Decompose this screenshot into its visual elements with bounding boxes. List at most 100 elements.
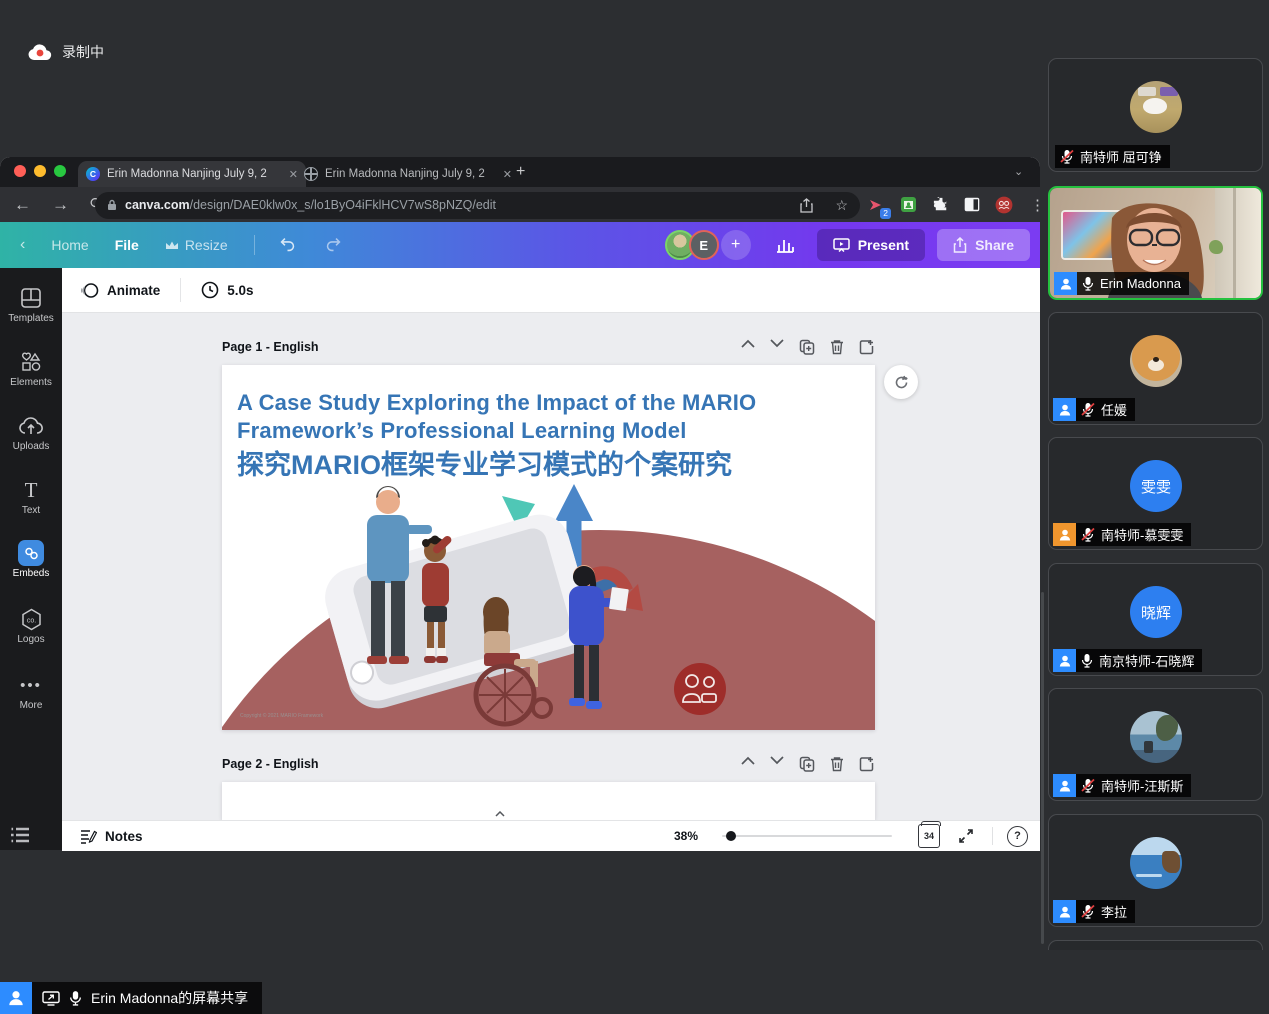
text-icon: T (0, 478, 62, 502)
redo-icon[interactable] (325, 236, 345, 254)
participant-name: 南特师 屈可铮 (1080, 147, 1162, 166)
zoom-slider[interactable] (722, 835, 892, 837)
sidebar-item-elements[interactable]: Elements (0, 350, 62, 388)
add-page-icon[interactable] (859, 756, 875, 772)
screen-share-label: Erin Madonna的屏幕共享 (91, 988, 248, 1008)
participant-tile[interactable]: 晓辉 南京特师-石晓辉 (1048, 563, 1263, 676)
duplicate-page-icon[interactable] (799, 756, 815, 772)
present-button[interactable]: Present (817, 229, 925, 261)
close-tab-icon[interactable]: ✕ (503, 168, 512, 181)
page-toolbar: Animate 5.0s (62, 268, 1040, 313)
extension-classroom-icon[interactable] (898, 195, 918, 215)
share-page-icon[interactable] (800, 198, 813, 213)
tab-title: Erin Madonna Nanjing July 9, 2 (325, 168, 485, 180)
extensions-puzzle-icon[interactable] (930, 195, 950, 215)
grid-view-button[interactable]: 34 (918, 824, 940, 848)
sidebar-item-text[interactable]: T Text (0, 478, 62, 516)
sidepanel-icon[interactable] (962, 195, 982, 215)
zoom-slider-knob[interactable] (726, 831, 736, 841)
delete-page-icon[interactable] (830, 756, 844, 772)
close-window-button[interactable] (14, 165, 26, 177)
participant-avatar (1130, 335, 1182, 387)
menu-file[interactable]: File (115, 237, 139, 253)
zoom-window-button[interactable] (54, 165, 66, 177)
browser-menu-icon[interactable]: ⋮ (1030, 196, 1045, 214)
page2-label[interactable]: Page 2 - English (222, 757, 319, 771)
delete-page-icon[interactable] (830, 339, 844, 355)
meeting-extension-icon[interactable] (994, 195, 1014, 215)
upload-cloud-icon (0, 414, 62, 438)
move-page-up-icon[interactable] (741, 756, 755, 765)
help-button[interactable]: ? (1007, 826, 1028, 847)
undo-icon[interactable] (279, 236, 299, 254)
move-page-up-icon[interactable] (741, 339, 755, 348)
sidebar-item-templates[interactable]: Templates (0, 286, 62, 324)
address-bar[interactable]: canva.com /design/DAE0klw0x_s/lo1ByO4iFk… (95, 192, 860, 219)
sidebar-item-more[interactable]: ••• More (0, 673, 62, 711)
bookmark-star-icon[interactable]: ☆ (835, 197, 848, 214)
participant-tile[interactable]: 任媛 (1048, 312, 1263, 425)
refresh-embed-button[interactable] (884, 365, 918, 399)
participants-scrollbar[interactable] (1041, 592, 1044, 944)
sidebar-item-logos[interactable]: co. Logos (0, 607, 62, 645)
participant-tile-partial[interactable] (1048, 940, 1263, 950)
move-page-down-icon[interactable] (770, 756, 784, 765)
participant-tile[interactable]: 李拉 (1048, 814, 1263, 927)
minimize-window-button[interactable] (34, 165, 46, 177)
pages-list-icon[interactable] (10, 826, 32, 849)
participant-namebar: 南特师-慕雯雯 (1076, 523, 1191, 546)
participant-tile-active-speaker[interactable]: Erin Madonna (1048, 186, 1263, 300)
duplicate-page-icon[interactable] (799, 339, 815, 355)
tab-search-chevron-icon[interactable]: ⌄ (1014, 165, 1023, 178)
duration-button[interactable]: 5.0s (201, 281, 253, 299)
add-page-icon[interactable] (859, 339, 875, 355)
person-badge-icon (1058, 905, 1072, 919)
mic-muted-icon (1081, 778, 1095, 793)
zoom-level[interactable]: 38% (674, 829, 698, 843)
move-page-down-icon[interactable] (770, 339, 784, 348)
browser-tab-active[interactable]: C Erin Madonna Nanjing July 9, 2 ✕ (78, 161, 306, 187)
animate-icon (80, 282, 99, 299)
add-collaborator-button[interactable]: + (721, 230, 751, 260)
mic-muted-icon (1081, 527, 1095, 542)
sidebar-item-uploads[interactable]: Uploads (0, 414, 62, 452)
slide-title[interactable]: A Case Study Exploring the Impact of the… (237, 389, 756, 482)
globe-favicon (304, 167, 318, 181)
collapse-panel-tab[interactable] (477, 807, 523, 820)
slide-page1[interactable]: A Case Study Exploring the Impact of the… (222, 365, 875, 730)
canva-favicon: C (86, 167, 100, 181)
page1-label[interactable]: Page 1 - English (222, 340, 319, 354)
person-badge-icon (1058, 779, 1072, 793)
extension-pointer-icon[interactable]: 2 (866, 195, 886, 215)
browser-tab-inactive[interactable]: Erin Madonna Nanjing July 9, 2 ✕ (296, 161, 520, 187)
screen-share-indicator[interactable]: Erin Madonna的屏幕共享 (0, 982, 262, 1014)
back-icon[interactable]: ← (14, 195, 31, 215)
mic-icon (1082, 276, 1094, 291)
participant-type-badge (1053, 523, 1076, 546)
menu-home[interactable]: Home (51, 237, 88, 253)
meeting-screen: 录制中 C Erin Madonna Nanjing July 9, 2 ✕ E… (0, 0, 1269, 1014)
participant-tile[interactable]: 南特师 屈可铮 (1048, 58, 1263, 172)
fullscreen-icon[interactable] (958, 828, 974, 844)
animate-button[interactable]: Animate (80, 282, 160, 299)
insights-icon[interactable] (775, 236, 795, 254)
elements-icon (0, 350, 62, 374)
forward-icon[interactable]: → (52, 195, 69, 215)
back-chevron-icon[interactable]: ‹ (20, 236, 25, 254)
participant-avatar (1130, 837, 1182, 889)
sidebar-item-embeds[interactable]: Embeds (0, 541, 62, 579)
person-badge-icon (1058, 403, 1072, 417)
canva-header: ‹ Home File Resize E + Present Share (0, 222, 1040, 268)
menu-resize[interactable]: Resize (165, 237, 228, 253)
new-tab-button[interactable]: + (516, 163, 525, 181)
person-badge-icon (1059, 277, 1073, 291)
slide-page2[interactable] (222, 782, 875, 820)
participant-tile[interactable]: 南特师-汪斯斯 (1048, 688, 1263, 801)
share-button[interactable]: Share (937, 229, 1030, 261)
participant-type-badge (1053, 774, 1076, 797)
participant-tile[interactable]: 雯雯 南特师-慕雯雯 (1048, 437, 1263, 550)
notes-button[interactable]: Notes (80, 829, 143, 844)
crown-icon (165, 240, 179, 251)
user-avatar[interactable]: E (689, 230, 719, 260)
participant-namebar: 南特师 屈可铮 (1055, 145, 1170, 168)
